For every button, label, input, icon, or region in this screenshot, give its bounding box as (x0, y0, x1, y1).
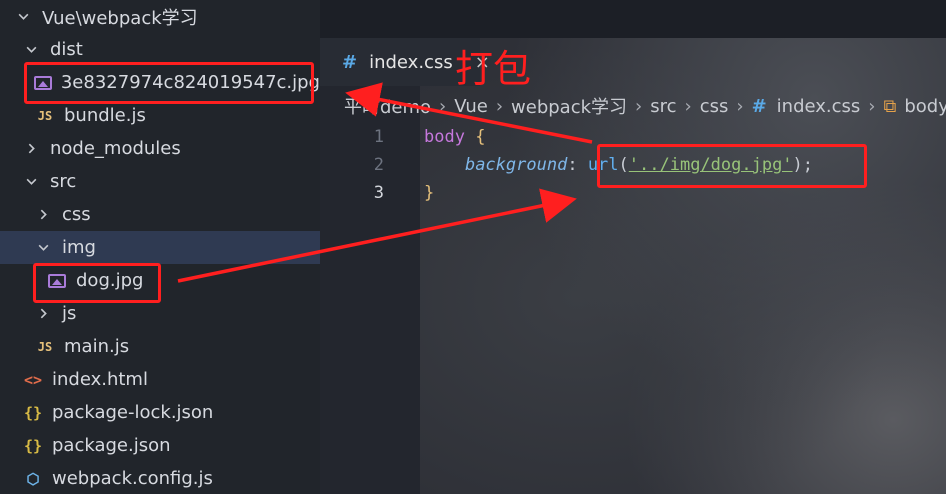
annotation-arrow-to-output (345, 82, 593, 144)
annotation-arrows (177, 82, 593, 283)
annotation-arrow-to-url (177, 188, 577, 283)
